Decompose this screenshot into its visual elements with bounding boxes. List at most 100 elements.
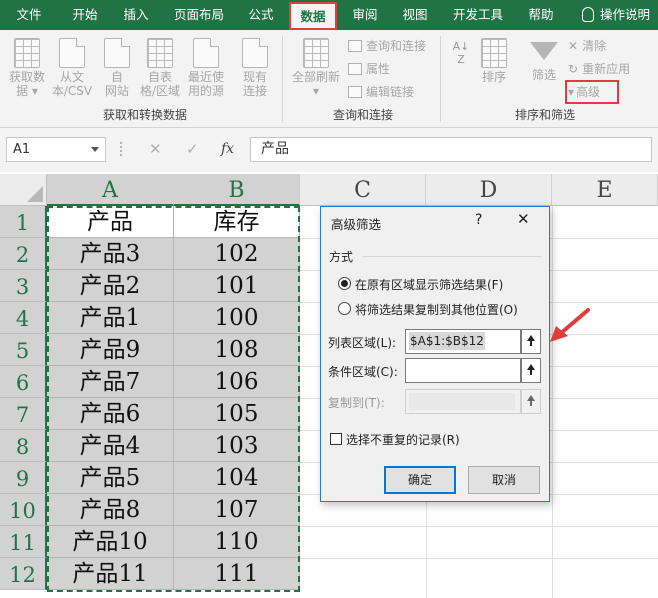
cell-stock[interactable]: 100	[174, 302, 300, 334]
radio-filter-in-place-label[interactable]: 在原有区域显示筛选结果(F)	[355, 276, 503, 293]
tab-page-layout[interactable]: 页面布局	[166, 0, 232, 30]
help-icon[interactable]: ?	[475, 212, 482, 228]
sort-button[interactable]: 排序	[476, 38, 512, 84]
cell-product[interactable]: 产品9	[47, 334, 174, 366]
cancel-button[interactable]: 取消	[468, 466, 540, 494]
column-header-c[interactable]: C	[300, 174, 426, 206]
cell-stock[interactable]: 110	[174, 526, 300, 558]
unique-records-checkbox[interactable]	[330, 433, 342, 445]
cell-product[interactable]: 产品5	[47, 462, 174, 494]
advanced-filter-dialog: 高级筛选 ? ✕ 方式 在原有区域显示筛选结果(F) 将筛选结果复制到其他位置(…	[320, 206, 550, 502]
name-box[interactable]: A1	[6, 137, 106, 162]
lightbulb-icon[interactable]	[582, 7, 594, 22]
row-header[interactable]: 8	[0, 430, 47, 462]
cell-stock[interactable]: 108	[174, 334, 300, 366]
tab-insert[interactable]: 插入	[112, 0, 160, 30]
column-header-e[interactable]: E	[552, 174, 658, 206]
existing-connections-button[interactable]: 现有 连接	[236, 38, 274, 98]
tab-view[interactable]: 视图	[394, 0, 436, 30]
row-header[interactable]: 7	[0, 398, 47, 430]
cell-stock[interactable]: 106	[174, 366, 300, 398]
cell-product[interactable]: 产品3	[47, 238, 174, 270]
properties-icon	[348, 63, 362, 75]
get-data-button[interactable]: 获取数 据 ▾	[6, 38, 48, 98]
column-header-b[interactable]: B	[174, 174, 300, 206]
row-header[interactable]: 11	[0, 526, 47, 558]
row-header[interactable]: 12	[0, 558, 47, 590]
cell-product[interactable]: 产品7	[47, 366, 174, 398]
row-header[interactable]: 10	[0, 494, 47, 526]
criteria-range-collapse-button[interactable]	[521, 358, 541, 383]
row-header[interactable]: 5	[0, 334, 47, 366]
insert-function-icon[interactable]: fx	[221, 137, 234, 162]
cancel-entry-icon[interactable]: ✕	[149, 137, 162, 162]
text-file-icon	[59, 38, 85, 68]
radio-filter-in-place[interactable]	[338, 277, 351, 290]
filter-button[interactable]: 筛选	[526, 38, 562, 82]
cell-product[interactable]: 产品8	[47, 494, 174, 526]
clear-filter-button[interactable]: ✕ 清除	[568, 37, 606, 55]
recent-sources-button[interactable]: 最近使 用的源	[184, 38, 228, 98]
cell-product[interactable]: 产品4	[47, 430, 174, 462]
cell-stock[interactable]: 104	[174, 462, 300, 494]
radio-copy-to-location[interactable]	[338, 302, 351, 315]
row-header[interactable]: 1	[0, 206, 47, 238]
row-header[interactable]: 4	[0, 302, 47, 334]
from-web-button[interactable]: 自 网站	[98, 38, 136, 98]
column-header-d[interactable]: D	[426, 174, 552, 206]
tab-home[interactable]: 开始	[60, 0, 110, 30]
group-label-queries: 查询和连接	[332, 108, 393, 122]
row-header[interactable]: 9	[0, 462, 47, 494]
cell-product[interactable]: 产品11	[47, 558, 174, 590]
chevron-down-icon[interactable]	[91, 147, 99, 152]
cell-stock[interactable]: 库存	[174, 206, 300, 238]
formula-input[interactable]: 产品	[250, 137, 652, 162]
copy-to-collapse-button	[521, 389, 541, 414]
cell-product[interactable]: 产品6	[47, 398, 174, 430]
ok-button[interactable]: 确定	[384, 466, 456, 494]
tab-formulas[interactable]: 公式	[238, 0, 284, 30]
sort-az-button[interactable]: A↓ Z	[448, 40, 474, 66]
cell-product[interactable]: 产品2	[47, 270, 174, 302]
edit-links-button[interactable]: 编辑链接	[348, 83, 414, 101]
list-range-collapse-button[interactable]	[521, 329, 541, 354]
cell-stock[interactable]: 107	[174, 494, 300, 526]
cell-stock[interactable]: 102	[174, 238, 300, 270]
select-all-corner[interactable]	[0, 174, 47, 206]
row-header[interactable]: 3	[0, 270, 47, 302]
row-header[interactable]: 6	[0, 366, 47, 398]
tab-data[interactable]: 数据	[289, 2, 337, 30]
clear-filter-icon: ✕	[568, 39, 579, 53]
cell-product[interactable]: 产品10	[47, 526, 174, 558]
queries-connections-button[interactable]: 查询和连接	[348, 37, 426, 55]
column-header-a[interactable]: A	[47, 174, 174, 206]
web-icon	[104, 38, 130, 68]
cell-stock[interactable]: 103	[174, 430, 300, 462]
ribbon-tab-bar: 文件 开始 插入 页面布局 公式 数据 审阅 视图 开发工具 帮助 操作说明	[0, 0, 658, 30]
criteria-range-input[interactable]	[405, 358, 521, 383]
reapply-button[interactable]: ↻ 重新应用	[568, 60, 630, 78]
confirm-entry-icon[interactable]: ✓	[186, 137, 199, 162]
cell-stock[interactable]: 111	[174, 558, 300, 590]
gridline	[300, 526, 658, 527]
tab-developer[interactable]: 开发工具	[446, 0, 510, 30]
copy-to-input	[405, 389, 521, 414]
cell-product[interactable]: 产品1	[47, 302, 174, 334]
tab-file[interactable]: 文件	[6, 0, 52, 30]
from-text-csv-button[interactable]: 从文 本/CSV	[50, 38, 94, 98]
properties-button[interactable]: 属性	[348, 60, 390, 78]
tab-review[interactable]: 审阅	[344, 0, 386, 30]
refresh-all-button[interactable]: 全部刷新 ▾	[288, 38, 344, 98]
tell-me-search[interactable]: 操作说明	[600, 0, 658, 30]
radio-copy-to-location-label[interactable]: 将筛选结果复制到其他位置(O)	[355, 301, 518, 318]
group-separator	[282, 36, 283, 122]
close-icon[interactable]: ✕	[517, 210, 530, 228]
cell-product[interactable]: 产品	[47, 206, 174, 238]
cell-stock[interactable]: 101	[174, 270, 300, 302]
from-table-range-button[interactable]: 自表 格/区域	[138, 38, 182, 98]
cell-stock[interactable]: 105	[174, 398, 300, 430]
row-header[interactable]: 2	[0, 238, 47, 270]
unique-records-label[interactable]: 选择不重复的记录(R)	[346, 431, 460, 448]
tab-help[interactable]: 帮助	[520, 0, 562, 30]
list-range-input[interactable]: $A$1:$B$12	[405, 329, 521, 354]
